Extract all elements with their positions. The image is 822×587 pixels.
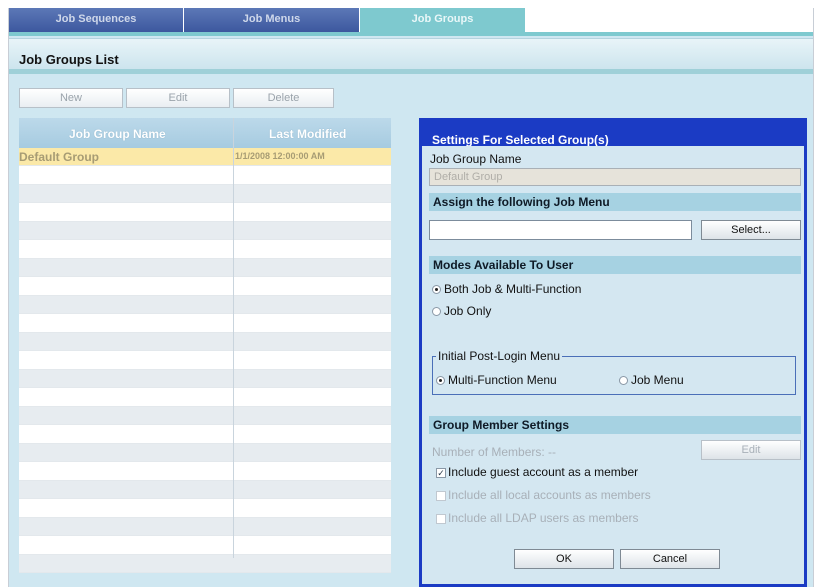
table-row-empty[interactable] xyxy=(19,204,391,222)
ldap-users-label: Include all LDAP users as members xyxy=(448,511,639,525)
post-login-job-menu-radio[interactable] xyxy=(619,376,628,385)
job-groups-table: Job Group Name Last Modified Default Gro… xyxy=(19,118,391,573)
table-row-empty[interactable] xyxy=(19,426,391,444)
tab-underline xyxy=(9,32,813,36)
post-login-legend: Initial Post-Login Menu xyxy=(436,349,563,363)
table-row-empty[interactable] xyxy=(19,370,391,388)
delete-button[interactable]: Delete xyxy=(233,88,334,108)
job-menu-input[interactable] xyxy=(429,220,692,240)
table-row-empty[interactable] xyxy=(19,333,391,351)
tab-job-menus[interactable]: Job Menus xyxy=(184,8,360,34)
table-row-empty[interactable] xyxy=(19,555,391,573)
group-name-field[interactable]: Default Group xyxy=(429,168,801,186)
table-row-empty[interactable] xyxy=(19,167,391,185)
table-row-empty[interactable] xyxy=(19,407,391,425)
edit-button[interactable]: Edit xyxy=(126,88,230,108)
local-accounts-label: Include all local accounts as members xyxy=(448,488,651,502)
page-title: Job Groups List xyxy=(19,52,119,67)
table-row-empty[interactable] xyxy=(19,444,391,462)
post-login-job-menu-label: Job Menu xyxy=(631,373,684,387)
new-button[interactable]: New xyxy=(19,88,123,108)
mode-both-radio[interactable] xyxy=(432,285,441,294)
title-bar: Job Groups List xyxy=(9,38,813,74)
modes-heading: Modes Available To User xyxy=(429,256,801,274)
settings-panel: Settings For Selected Group(s) Job Group… xyxy=(419,118,807,587)
select-menu-button[interactable]: Select... xyxy=(701,220,801,240)
post-login-multifunction-radio[interactable] xyxy=(436,376,445,385)
last-modified-cell: 1/1/2008 12:00:00 AM xyxy=(235,151,325,161)
mode-job-only-radio[interactable] xyxy=(432,307,441,316)
group-name-cell: Default Group xyxy=(19,150,99,164)
table-row-empty[interactable] xyxy=(19,315,391,333)
post-login-multifunction-label: Multi-Function Menu xyxy=(448,373,557,387)
table-header: Job Group Name Last Modified xyxy=(19,118,391,148)
table-row-empty[interactable] xyxy=(19,278,391,296)
table-row-empty[interactable] xyxy=(19,463,391,481)
tab-job-sequences[interactable]: Job Sequences xyxy=(9,8,184,34)
table-row-empty[interactable] xyxy=(19,185,391,203)
table-row-empty[interactable] xyxy=(19,481,391,499)
table-row-empty[interactable] xyxy=(19,537,391,555)
local-accounts-checkbox[interactable] xyxy=(436,491,446,501)
mode-job-only-label: Job Only xyxy=(444,304,492,318)
column-header-name[interactable]: Job Group Name xyxy=(69,127,166,141)
table-row-empty[interactable] xyxy=(19,352,391,370)
member-count-label: Number of Members: -- xyxy=(432,445,557,459)
mode-both-label: Both Job & Multi-Function xyxy=(444,282,582,296)
members-edit-button[interactable]: Edit xyxy=(701,440,801,460)
member-settings-heading: Group Member Settings xyxy=(429,416,801,434)
guest-account-checkbox[interactable]: ✓ xyxy=(436,468,446,478)
app-frame: Job Sequences Job Menus Job Groups Job G… xyxy=(8,8,814,587)
title-strip xyxy=(9,69,813,74)
group-name-label: Job Group Name xyxy=(430,152,522,166)
settings-body: Job Group Name Default Group Assign the … xyxy=(422,146,804,584)
settings-title: Settings For Selected Group(s) xyxy=(432,133,609,147)
tab-bar: Job Sequences Job Menus Job Groups xyxy=(9,8,813,36)
guest-account-label: Include guest account as a member xyxy=(448,465,639,479)
table-row-empty[interactable] xyxy=(19,518,391,536)
table-row-empty[interactable] xyxy=(19,222,391,240)
table-row-empty[interactable] xyxy=(19,296,391,314)
column-header-modified[interactable]: Last Modified xyxy=(269,127,346,141)
ok-button[interactable]: OK xyxy=(514,549,614,569)
table-row-empty[interactable] xyxy=(19,241,391,259)
assign-menu-heading: Assign the following Job Menu xyxy=(429,193,801,211)
table-row-empty[interactable] xyxy=(19,500,391,518)
table-row-empty[interactable] xyxy=(19,389,391,407)
table-row-empty[interactable] xyxy=(19,259,391,277)
table-row[interactable]: Default Group 1/1/2008 12:00:00 AM xyxy=(19,148,391,166)
ldap-users-checkbox[interactable] xyxy=(436,514,446,524)
tab-job-groups[interactable]: Job Groups xyxy=(360,8,526,34)
column-divider xyxy=(233,118,234,558)
cancel-button[interactable]: Cancel xyxy=(620,549,720,569)
